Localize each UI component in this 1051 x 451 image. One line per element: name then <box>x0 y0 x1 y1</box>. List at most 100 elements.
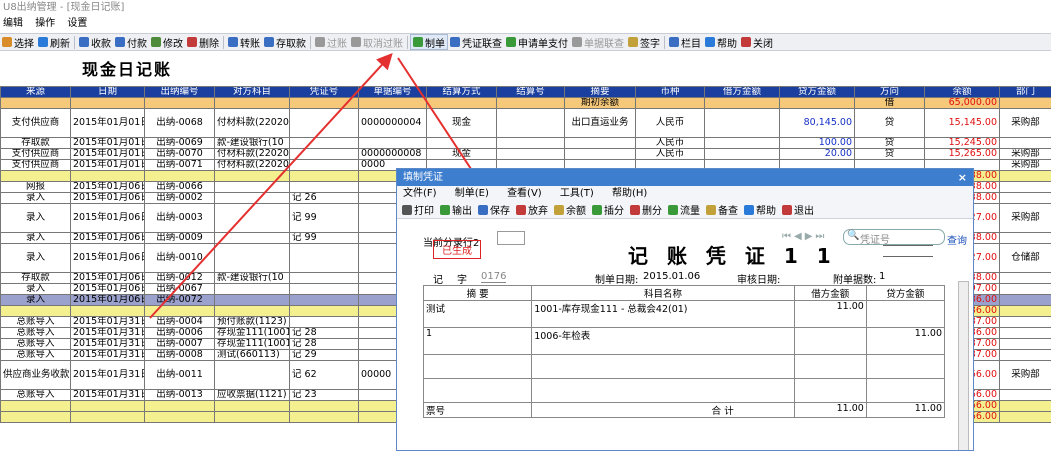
toolbar-btn-14[interactable]: 签字 <box>626 34 662 50</box>
table-cell <box>0 400 71 412</box>
toolbar-btn-9[interactable]: 取消过账 <box>349 34 405 50</box>
voucher-entry-row[interactable]: 1 1006-年检表 11.00 <box>422 327 946 355</box>
dlg-toolbar-btn-9[interactable]: 帮助 <box>741 202 779 218</box>
col-header[interactable]: 凭证号 <box>289 86 359 98</box>
dlg-toolbar-btn-7[interactable]: 流量 <box>665 202 703 218</box>
table-row[interactable]: 存取款 2015年01月01日 出纳-0069 款-建设银行(10 人民币 100.00 贷… <box>0 137 1051 149</box>
col-header[interactable]: 对方科目 <box>214 86 290 98</box>
toolbar-btn-1[interactable]: 刷新 <box>36 34 72 50</box>
col-header[interactable]: 部门 <box>999 86 1051 98</box>
voucher-date[interactable]: 2015.01.06 <box>643 271 700 282</box>
dlg-menu-voucher[interactable]: 制单(E) <box>455 188 489 199</box>
voucher-cell-account[interactable] <box>531 378 795 403</box>
voucher-cell-debit[interactable]: 11.00 <box>793 300 867 328</box>
table-cell <box>999 327 1051 339</box>
voucher-cell-debit[interactable] <box>793 378 867 403</box>
col-header[interactable]: 结算号 <box>496 86 565 98</box>
toolbar-label: 栏目 <box>681 38 701 50</box>
toolbar-btn-7[interactable]: 存取款 <box>262 34 308 50</box>
col-header[interactable]: 结算方式 <box>426 86 497 98</box>
toolbar-btn-12[interactable]: 申请单支付 <box>504 34 570 50</box>
voucher-body: 当前分录行2 ⏮◀▶⏭ 🔍 凭证号 查询 已生成 记 账 凭 证 1 1 记 字… <box>397 219 973 450</box>
voucher-cell-debit[interactable] <box>793 354 867 379</box>
toolbar-btn-0[interactable]: 选择 <box>0 34 36 50</box>
search-button[interactable]: 查询 <box>947 232 967 247</box>
toolbar-btn-11[interactable]: 凭证联查 <box>448 34 504 50</box>
toolbar-btn-6[interactable]: 转账 <box>226 34 262 50</box>
voucher-no[interactable]: 0176 <box>481 271 507 283</box>
voucher-cell-summary[interactable] <box>422 378 533 403</box>
toolbar-btn-10[interactable]: 制单 <box>410 34 448 50</box>
toolbar-btn-16[interactable]: 帮助 <box>703 34 739 50</box>
voucher-cell-account[interactable] <box>531 354 795 379</box>
menu-edit[interactable]: 编辑 <box>3 18 23 29</box>
col-header[interactable]: 方向 <box>854 86 925 98</box>
dlg-menu-view[interactable]: 查看(V) <box>507 188 542 199</box>
toolbar-btn-4[interactable]: 修改 <box>149 34 185 50</box>
col-header[interactable]: 单据编号 <box>358 86 427 98</box>
toolbar-btn-3[interactable]: 付款 <box>113 34 149 50</box>
table-cell <box>999 137 1051 149</box>
col-header[interactable]: 出纳编号 <box>144 86 215 98</box>
dlg-toolbar-icon <box>440 204 450 215</box>
dlg-toolbar-btn-3[interactable]: 放弃 <box>513 202 551 218</box>
attach-count[interactable]: 1 <box>879 271 885 282</box>
table-cell <box>289 170 359 182</box>
voucher-cell-account[interactable]: 1001-库存现金111 - 总裁会42(01) <box>531 300 795 328</box>
table-cell <box>496 108 565 138</box>
voucher-cell-credit[interactable]: 11.00 <box>865 327 946 355</box>
menu-operate[interactable]: 操作 <box>35 18 55 29</box>
table-cell: 网报 <box>0 181 71 193</box>
col-header[interactable]: 日期 <box>70 86 145 98</box>
dlg-toolbar-btn-8[interactable]: 备查 <box>703 202 741 218</box>
col-header[interactable]: 来源 <box>0 86 71 98</box>
col-header[interactable]: 借方金额 <box>704 86 780 98</box>
voucher-cell-summary[interactable]: 测试 <box>422 300 533 328</box>
toolbar-btn-17[interactable]: 关闭 <box>739 34 775 50</box>
voucher-cell-credit[interactable] <box>865 378 946 403</box>
table-row[interactable]: 支付供应商 2015年01月01日 出纳-0068 付材料款(22020 0000000… <box>0 108 1051 138</box>
col-header[interactable]: 余额 <box>924 86 1000 98</box>
voucher-cell-credit[interactable] <box>865 300 946 328</box>
close-icon[interactable]: × <box>958 169 967 186</box>
table-row[interactable]: 支付供应商 2015年01月01日 出纳-0070 付材料款(22020 0000000… <box>0 148 1051 160</box>
voucher-cell-summary[interactable] <box>422 354 533 379</box>
dlg-toolbar-btn-6[interactable]: 删分 <box>627 202 665 218</box>
dlg-toolbar-btn-5[interactable]: 插分 <box>589 202 627 218</box>
menu-settings[interactable]: 设置 <box>67 18 87 29</box>
dlg-menu-file[interactable]: 文件(F) <box>403 188 437 199</box>
current-row-input[interactable] <box>497 231 525 245</box>
table-cell <box>999 305 1051 317</box>
dlg-toolbar-btn-1[interactable]: 输出 <box>437 202 475 218</box>
toolbar-icon <box>572 37 582 47</box>
toolbar-btn-15[interactable]: 栏目 <box>667 34 703 50</box>
voucher-cell-account[interactable]: 1006-年检表 <box>531 327 795 355</box>
dlg-menu-help[interactable]: 帮助(H) <box>612 188 647 199</box>
dlg-toolbar-btn-0[interactable]: 打印 <box>399 202 437 218</box>
voucher-entry-row[interactable] <box>422 354 946 379</box>
toolbar-btn-13[interactable]: 单据联查 <box>570 34 626 50</box>
voucher-entry-row[interactable] <box>422 378 946 403</box>
voucher-entry-row[interactable]: 测试 1001-库存现金111 - 总裁会42(01) 11.00 <box>422 300 946 328</box>
toolbar-btn-2[interactable]: 收款 <box>77 34 113 50</box>
table-cell: 采购部 <box>999 360 1051 390</box>
voucher-cell-debit[interactable] <box>793 327 867 355</box>
col-header[interactable]: 贷方金额 <box>779 86 855 98</box>
col-header[interactable]: 币种 <box>635 86 705 98</box>
dlg-toolbar-btn-4[interactable]: 余额 <box>551 202 589 218</box>
toolbar-btn-5[interactable]: 删除 <box>185 34 221 50</box>
toolbar-btn-8[interactable]: 过账 <box>313 34 349 50</box>
table-cell: 2015年01月31日 <box>70 349 145 361</box>
dlg-toolbar-btn-2[interactable]: 保存 <box>475 202 513 218</box>
voucher-type[interactable]: 记 <box>433 271 443 286</box>
voucher-cell-credit[interactable] <box>865 354 946 379</box>
voucher-cell-summary[interactable]: 1 <box>422 327 533 355</box>
dlg-menu-tools[interactable]: 工具(T) <box>560 188 594 199</box>
table-cell: 2015年01月31日 <box>70 360 145 390</box>
col-header[interactable]: 摘要 <box>564 86 636 98</box>
voucher-scrollbar[interactable] <box>958 281 969 450</box>
table-cell <box>289 243 359 273</box>
dlg-toolbar-btn-10[interactable]: 退出 <box>779 202 817 218</box>
table-row[interactable]: 期初余额 借 65,000.00 <box>0 97 1051 109</box>
voucher-search-input[interactable]: 🔍 凭证号 <box>843 229 945 246</box>
